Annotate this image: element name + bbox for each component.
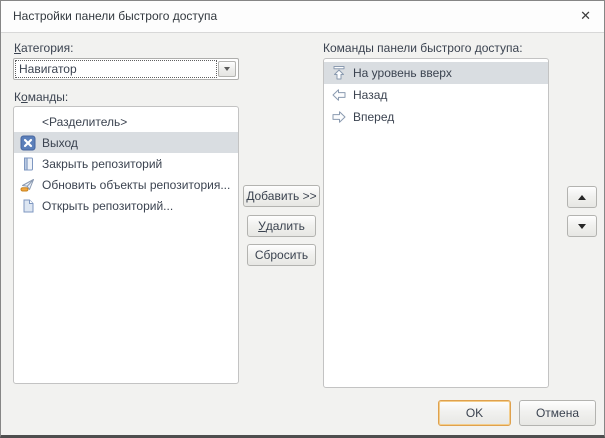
forward-arrow-icon — [331, 109, 347, 125]
list-item-separator[interactable]: <Разделитель> — [14, 111, 238, 132]
list-item-up-one-level[interactable]: На уровень вверх — [324, 62, 548, 84]
category-label: Категория: — [14, 41, 73, 55]
list-item-forward[interactable]: Вперед — [324, 106, 548, 128]
list-item-open-repository[interactable]: Открыть репозиторий... — [14, 195, 238, 216]
combobox-dropdown-button[interactable] — [218, 61, 236, 77]
list-item-back[interactable]: Назад — [324, 84, 548, 106]
category-combobox[interactable]: Навигатор — [13, 58, 239, 80]
chevron-down-icon — [224, 67, 230, 71]
quick-access-settings-dialog: Настройки панели быстрого доступа ✕ Кате… — [0, 0, 605, 438]
triangle-up-icon — [578, 195, 586, 200]
list-item-close-repository[interactable]: Закрыть репозиторий — [14, 153, 238, 174]
titlebar[interactable]: Настройки панели быстрого доступа ✕ — [1, 1, 604, 33]
triangle-down-icon — [578, 224, 586, 229]
list-item-refresh-repository[interactable]: Обновить объекты репозитория... — [14, 174, 238, 195]
add-button[interactable]: Добавить >> — [243, 185, 320, 207]
refresh-repository-icon — [20, 177, 36, 193]
cancel-button[interactable]: Отмена — [519, 400, 596, 426]
exit-icon — [20, 135, 36, 151]
close-repository-icon — [20, 156, 36, 172]
dialog-title: Настройки панели быстрого доступа — [13, 1, 217, 32]
empty-icon-slot — [20, 114, 36, 130]
commands-list: <Разделитель> Выход Закрыть репозиторий … — [13, 106, 239, 384]
remove-button[interactable]: Удалить — [247, 215, 316, 237]
list-item-exit[interactable]: Выход — [14, 132, 238, 153]
move-up-button[interactable] — [567, 186, 597, 208]
up-one-level-icon — [331, 65, 347, 81]
back-arrow-icon — [331, 87, 347, 103]
close-icon[interactable]: ✕ — [580, 1, 591, 31]
category-selected-value: Навигатор — [19, 59, 77, 79]
ok-button[interactable]: OK — [438, 400, 511, 426]
move-down-button[interactable] — [567, 215, 597, 237]
reset-button[interactable]: Сбросить — [247, 244, 316, 266]
quick-access-commands-list: На уровень вверх Назад Вперед — [323, 58, 549, 388]
quick-access-commands-label: Команды панели быстрого доступа: — [323, 41, 523, 55]
open-repository-icon — [20, 198, 36, 214]
commands-label: Команды: — [14, 90, 68, 104]
